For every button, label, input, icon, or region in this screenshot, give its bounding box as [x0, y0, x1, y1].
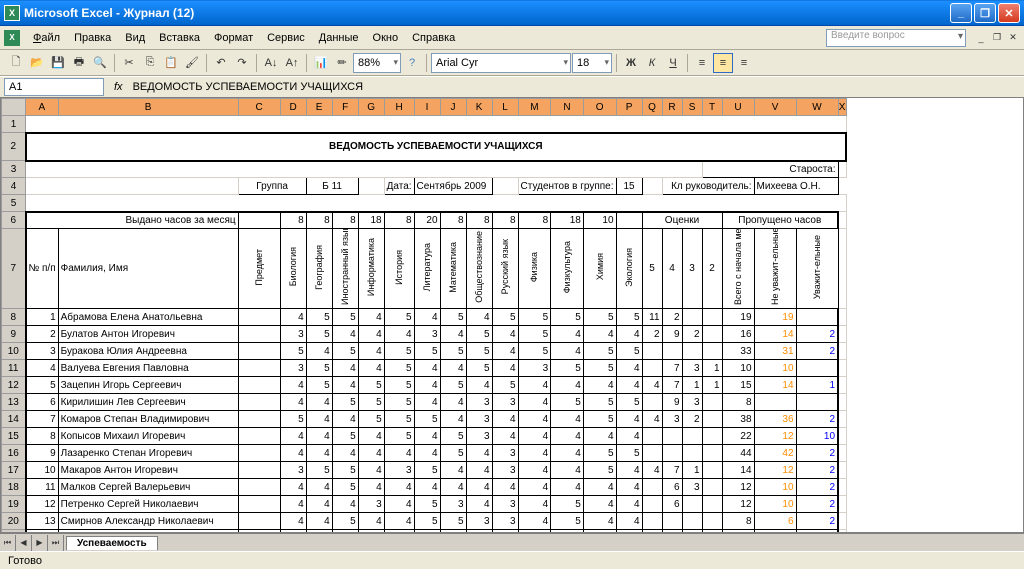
maximize-button[interactable]: ❐ [974, 3, 996, 23]
help-button[interactable]: ? [402, 53, 422, 73]
worksheet[interactable]: ABCDEFGHIJKLMNOPQRSTUVWX12ВЕДОМОСТЬ УСПЕ… [0, 97, 1024, 533]
align-left-button[interactable]: ≡ [692, 53, 712, 73]
menu-help[interactable]: Справка [405, 30, 462, 46]
status-bar: Готово [0, 551, 1024, 569]
menu-format[interactable]: Формат [207, 30, 260, 46]
redo-button[interactable]: ↷ [232, 53, 252, 73]
formula-bar: A1 fx ВЕДОМОСТЬ УСПЕВАЕМОСТИ УЧАЩИХСЯ [0, 76, 1024, 97]
menubar: X Файл Правка Вид Вставка Формат Сервис … [0, 26, 1024, 50]
sort-desc-button[interactable]: A↑ [282, 53, 302, 73]
menu-edit[interactable]: Правка [67, 30, 118, 46]
doc-minimize-button[interactable]: _ [974, 31, 988, 45]
menu-data[interactable]: Данные [312, 30, 366, 46]
window-title: Microsoft Excel - Журнал (12) [24, 6, 950, 20]
open-button[interactable]: 📂 [27, 53, 47, 73]
sheet-tab[interactable]: Успеваемость [66, 536, 158, 550]
format-painter-button[interactable]: 🖌 [182, 53, 202, 73]
tab-first-button[interactable]: ⏮ [0, 535, 16, 551]
preview-button[interactable]: 🔍 [90, 53, 110, 73]
undo-button[interactable]: ↶ [211, 53, 231, 73]
bold-button[interactable]: Ж [621, 53, 641, 73]
titlebar: X Microsoft Excel - Журнал (12) _ ❐ ✕ [0, 0, 1024, 26]
chart-button[interactable]: 📊 [311, 53, 331, 73]
paste-button[interactable]: 📋 [161, 53, 181, 73]
align-right-button[interactable]: ≡ [734, 53, 754, 73]
new-button[interactable]: 🗋 [6, 53, 26, 73]
font-combo[interactable]: Arial Cyr [431, 53, 571, 73]
fontsize-combo[interactable]: 18 [572, 53, 612, 73]
menu-file[interactable]: Файл [26, 30, 67, 46]
excel-icon: X [4, 5, 20, 21]
print-button[interactable]: 🖶 [69, 53, 89, 73]
menu-insert[interactable]: Вставка [152, 30, 207, 46]
tab-last-button[interactable]: ⏭ [48, 535, 64, 551]
cut-button[interactable]: ✂ [119, 53, 139, 73]
close-button[interactable]: ✕ [998, 3, 1020, 23]
save-button[interactable]: 💾 [48, 53, 68, 73]
zoom-combo[interactable]: 88% [353, 53, 401, 73]
copy-button[interactable]: ⎘ [140, 53, 160, 73]
doc-close-button[interactable]: ✕ [1006, 31, 1020, 45]
ask-question-box[interactable]: Введите вопрос [826, 29, 966, 47]
menu-window[interactable]: Окно [366, 30, 406, 46]
italic-button[interactable]: К [642, 53, 662, 73]
underline-button[interactable]: Ч [663, 53, 683, 73]
menu-tools[interactable]: Сервис [260, 30, 312, 46]
tab-next-button[interactable]: ▶ [32, 535, 48, 551]
toolbar: 🗋 📂 💾 🖶 🔍 ✂ ⎘ 📋 🖌 ↶ ↷ A↓ A↑ 📊 ✏ 88% ? Ar… [0, 50, 1024, 76]
minimize-button[interactable]: _ [950, 3, 972, 23]
sheet-tabs: ⏮ ◀ ▶ ⏭ Успеваемость [0, 533, 1024, 551]
app-icon[interactable]: X [4, 30, 20, 46]
formula-input[interactable]: ВЕДОМОСТЬ УСПЕВАЕМОСТИ УЧАЩИХСЯ [129, 81, 1024, 93]
sort-asc-button[interactable]: A↓ [261, 53, 281, 73]
fx-icon[interactable]: fx [114, 81, 123, 93]
name-box[interactable]: A1 [4, 78, 104, 96]
doc-restore-button[interactable]: ❐ [990, 31, 1004, 45]
tab-prev-button[interactable]: ◀ [16, 535, 32, 551]
menu-view[interactable]: Вид [118, 30, 152, 46]
drawing-button[interactable]: ✏ [332, 53, 352, 73]
align-center-button[interactable]: ≡ [713, 53, 733, 73]
